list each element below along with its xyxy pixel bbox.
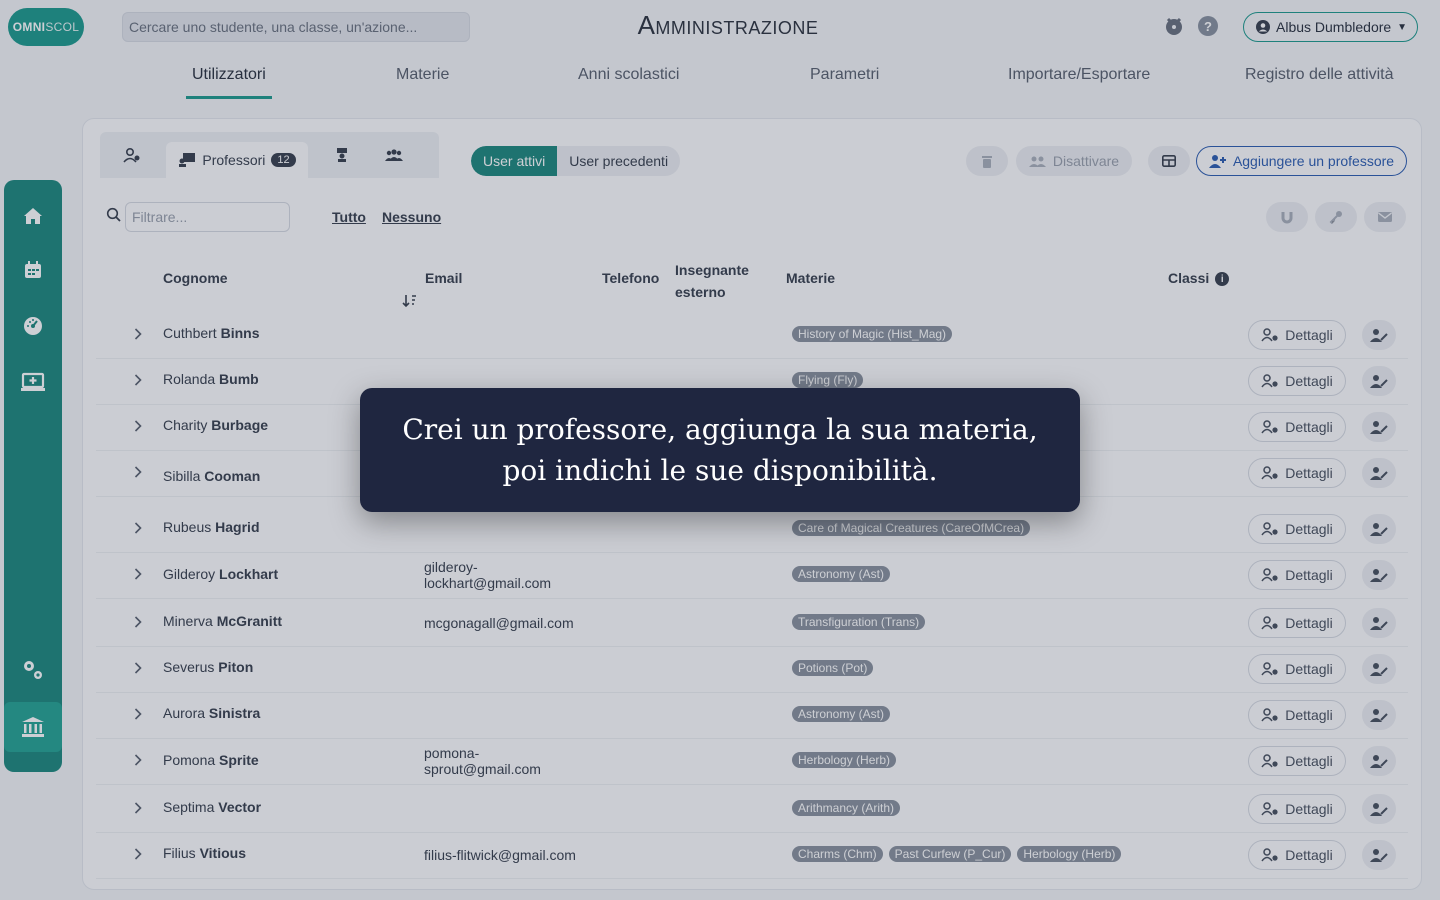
tutorial-tooltip: Crei un professore, aggiunga la sua mate… <box>360 388 1080 512</box>
tutorial-text: Crei un professore, aggiunga la sua mate… <box>402 413 1038 487</box>
